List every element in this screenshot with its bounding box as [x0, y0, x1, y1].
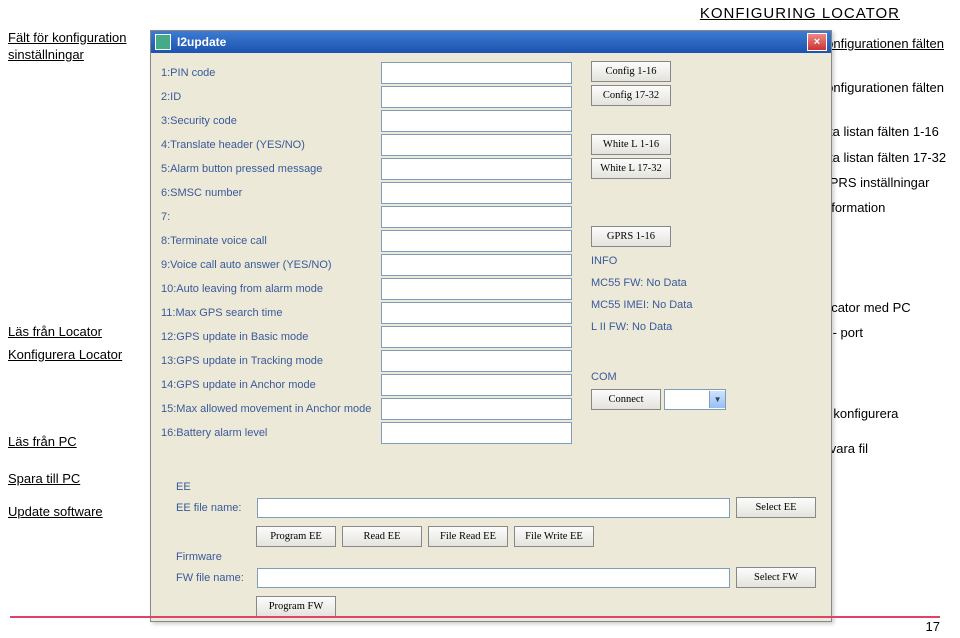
field-max-gps[interactable] [381, 302, 572, 324]
fw-file-label: FW file name: [176, 572, 251, 584]
titlebar: I2update × [151, 31, 831, 53]
ee-label: EE [176, 481, 816, 493]
white-17-32-button[interactable]: White L 17-32 [591, 158, 671, 179]
annot-update-software: Update software [8, 504, 143, 519]
field-label: 10:Auto leaving from alarm mode [161, 283, 381, 295]
field-gps-basic[interactable] [381, 326, 572, 348]
field-label: 6:SMSC number [161, 187, 381, 199]
field-alarm-message[interactable] [381, 158, 572, 180]
field-label: 16:Battery alarm level [161, 427, 381, 439]
app-icon [155, 34, 171, 50]
page-rule [10, 616, 940, 618]
com-port-select[interactable]: ▼ [664, 389, 726, 410]
field-pin-code[interactable] [381, 62, 572, 84]
field-gps-anchor[interactable] [381, 374, 572, 396]
field-label: 15:Max allowed movement in Anchor mode [161, 403, 381, 415]
program-ee-button[interactable]: Program EE [256, 526, 336, 547]
read-ee-button[interactable]: Read EE [342, 526, 422, 547]
com-label: COM [591, 371, 726, 383]
annot-read-locator: Läs från Locator [8, 324, 143, 341]
info-header: INFO [591, 255, 692, 267]
field-7[interactable] [381, 206, 572, 228]
com-block: COM Connect ▼ [591, 371, 726, 410]
ee-file-label: EE file name: [176, 502, 251, 514]
button-stack-gprs: GPRS 1-16 [591, 226, 671, 247]
field-translate-header[interactable] [381, 134, 572, 156]
annot-save-pc: Spara till PC [8, 471, 143, 486]
connect-button[interactable]: Connect [591, 389, 661, 410]
info-mc55-imei: MC55 IMEI: No Data [591, 299, 692, 311]
annot-config-fields: Fält för konfiguration sinställningar [8, 30, 143, 64]
field-auto-leave[interactable] [381, 278, 572, 300]
select-ee-button[interactable]: Select EE [736, 497, 816, 518]
field-auto-answer[interactable] [381, 254, 572, 276]
field-label: 5:Alarm button pressed message [161, 163, 381, 175]
ee-block: EE EE file name: Select EE Program EE Re… [176, 481, 816, 547]
field-label: 3:Security code [161, 115, 381, 127]
field-label: 12:GPS update in Basic mode [161, 331, 381, 343]
fw-label: Firmware [176, 551, 816, 563]
annot-read-pc: Läs från PC [8, 434, 143, 449]
annot-configure-locator: Konfigurera Locator [8, 347, 143, 364]
info-block: INFO MC55 FW: No Data MC55 IMEI: No Data… [591, 255, 692, 343]
page-number: 17 [926, 619, 940, 634]
page-title: KONFIGURING LOCATOR [700, 5, 900, 22]
left-annotations: Fält för konfiguration sinställningar Lä… [8, 30, 143, 525]
i2update-dialog: I2update × 1:PIN code 2:ID 3:Security co… [150, 30, 832, 622]
field-battery-level[interactable] [381, 422, 572, 444]
field-label: 2:ID [161, 91, 381, 103]
fw-file-input[interactable] [257, 568, 730, 588]
program-fw-button[interactable]: Program FW [256, 596, 336, 617]
chevron-down-icon: ▼ [709, 391, 725, 408]
select-fw-button[interactable]: Select FW [736, 567, 816, 588]
info-lii-fw: L II FW: No Data [591, 321, 692, 333]
field-label: 4:Translate header (YES/NO) [161, 139, 381, 151]
fw-block: Firmware FW file name: Select FW Program… [176, 551, 816, 617]
close-icon[interactable]: × [807, 33, 827, 51]
form-area: 1:PIN code 2:ID 3:Security code 4:Transl… [151, 53, 831, 453]
field-terminate-voice[interactable] [381, 230, 572, 252]
field-gps-tracking[interactable] [381, 350, 572, 372]
config-1-16-button[interactable]: Config 1-16 [591, 61, 671, 82]
button-stack-config: Config 1-16 Config 17-32 White L 1-16 Wh… [591, 61, 671, 179]
field-label: 13:GPS update in Tracking mode [161, 355, 381, 367]
white-1-16-button[interactable]: White L 1-16 [591, 134, 671, 155]
file-write-ee-button[interactable]: File Write EE [514, 526, 594, 547]
field-label: 11:Max GPS search time [161, 307, 381, 319]
field-smsc[interactable] [381, 182, 572, 204]
field-security-code[interactable] [381, 110, 572, 132]
field-max-movement[interactable] [381, 398, 572, 420]
window-title: I2update [177, 35, 226, 49]
field-label: 8:Terminate voice call [161, 235, 381, 247]
info-mc55-fw: MC55 FW: No Data [591, 277, 692, 289]
field-id[interactable] [381, 86, 572, 108]
field-label: 1:PIN code [161, 67, 381, 79]
gprs-1-16-button[interactable]: GPRS 1-16 [591, 226, 671, 247]
field-label: 7: [161, 211, 381, 223]
config-17-32-button[interactable]: Config 17-32 [591, 85, 671, 106]
field-label: 9:Voice call auto answer (YES/NO) [161, 259, 381, 271]
file-read-ee-button[interactable]: File Read EE [428, 526, 508, 547]
field-label: 14:GPS update in Anchor mode [161, 379, 381, 391]
ee-file-input[interactable] [257, 498, 730, 518]
